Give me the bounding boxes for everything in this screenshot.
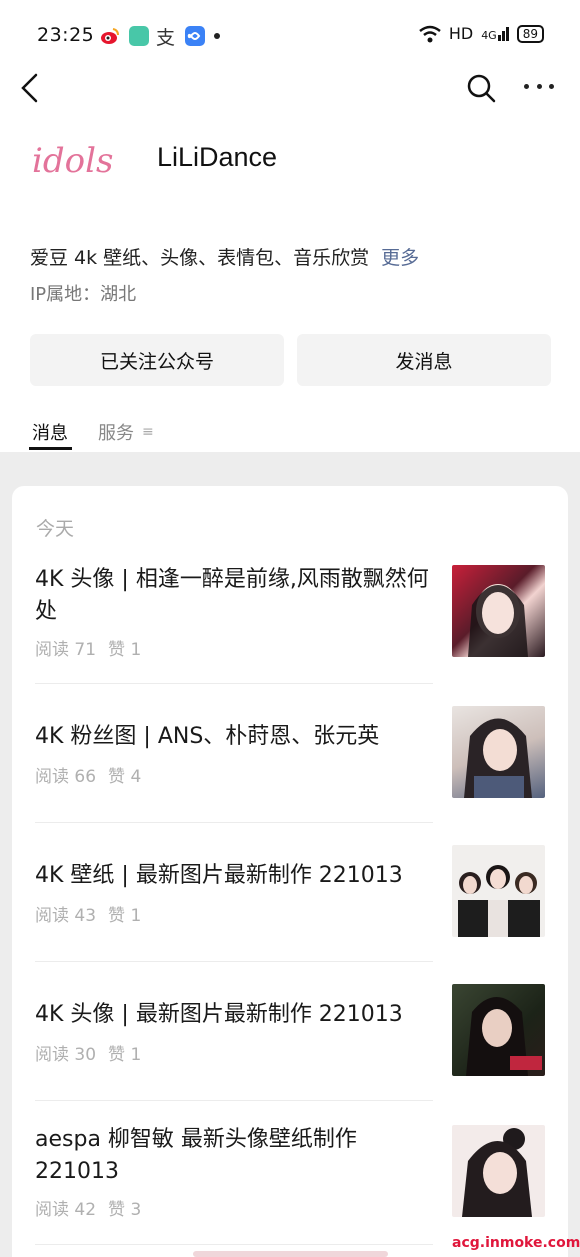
- followed-button[interactable]: 已关注公众号: [30, 334, 284, 386]
- watermark: acg.inmoke.com: [452, 1235, 580, 1251]
- infinity-app-icon: [185, 26, 205, 46]
- account-name: LiLiDance: [157, 142, 278, 172]
- search-icon[interactable]: [466, 73, 496, 103]
- article-thumbnail: [452, 984, 545, 1076]
- notification-dot: [214, 33, 220, 39]
- article-title: 4K 壁纸 | 最新图片最新制作 221013: [35, 863, 403, 888]
- article-title: aespa 柳智敏 最新头像壁纸制作 221013: [35, 1127, 357, 1184]
- more-icon[interactable]: [524, 84, 554, 92]
- article-thumbnail: [452, 706, 545, 798]
- article-thumbnail: [452, 1125, 545, 1217]
- battery-icon: 89: [516, 24, 544, 43]
- article-meta: 阅读 42 赞 3: [35, 1200, 142, 1220]
- notes-app-icon: [129, 26, 149, 46]
- wifi-icon: [419, 25, 441, 42]
- signal-icon: 4G: [481, 26, 509, 41]
- more-link[interactable]: 更多: [381, 247, 419, 269]
- divider: [35, 1244, 433, 1245]
- account-logo[interactable]: idols: [30, 138, 130, 182]
- hd-indicator: HD: [448, 24, 474, 43]
- svg-text:idols: idols: [32, 141, 113, 181]
- article-meta: 阅读 66 赞 4: [35, 767, 142, 787]
- article-meta: 阅读 71 赞 1: [35, 640, 142, 660]
- status-right: HD 4G 89: [419, 24, 544, 43]
- weibo-icon: [100, 26, 120, 46]
- article-item[interactable]: 4K 粉丝图 | ANS、朴莳恩、张元英 阅读 66 赞 4: [35, 705, 545, 805]
- ip-location: IP属地：湖北: [30, 284, 137, 305]
- active-tab-indicator: [29, 447, 72, 450]
- divider: [35, 1100, 433, 1101]
- home-indicator: [193, 1251, 388, 1257]
- status-bar: 23:25 支 HD 4G 89: [0, 0, 580, 70]
- divider: [35, 683, 433, 684]
- article-title: 4K 头像 | 相逢一醉是前缘,风雨散飘然何处: [35, 567, 429, 624]
- article-item[interactable]: aespa 柳智敏 最新头像壁纸制作 221013 阅读 42 赞 3: [35, 1122, 545, 1222]
- divider: [35, 961, 433, 962]
- article-meta: 阅读 30 赞 1: [35, 1045, 142, 1065]
- account-description: 爱豆 4k 壁纸、头像、表情包、音乐欣赏 更多: [30, 247, 420, 269]
- tab-messages[interactable]: 消息: [32, 419, 68, 445]
- send-message-button[interactable]: 发消息: [297, 334, 551, 386]
- menu-icon: ≡: [142, 424, 154, 440]
- article-thumbnail: [452, 565, 545, 657]
- date-header: 今天: [36, 518, 75, 540]
- article-thumbnail: [452, 845, 545, 937]
- back-icon[interactable]: [18, 72, 42, 104]
- divider: [35, 822, 433, 823]
- article-item[interactable]: 4K 头像 | 相逢一醉是前缘,风雨散飘然何处 阅读 71 赞 1: [35, 562, 545, 662]
- tab-services[interactable]: 服务: [98, 419, 134, 445]
- article-meta: 阅读 43 赞 1: [35, 906, 142, 926]
- status-time: 23:25: [37, 24, 95, 46]
- article-title: 4K 头像 | 最新图片最新制作 221013: [35, 1002, 403, 1027]
- article-item[interactable]: 4K 壁纸 | 最新图片最新制作 221013 阅读 43 赞 1: [35, 844, 545, 944]
- alipay-icon: 支: [156, 27, 176, 49]
- article-item[interactable]: 4K 头像 | 最新图片最新制作 221013 阅读 30 赞 1: [35, 983, 545, 1083]
- article-title: 4K 粉丝图 | ANS、朴莳恩、张元英: [35, 724, 380, 749]
